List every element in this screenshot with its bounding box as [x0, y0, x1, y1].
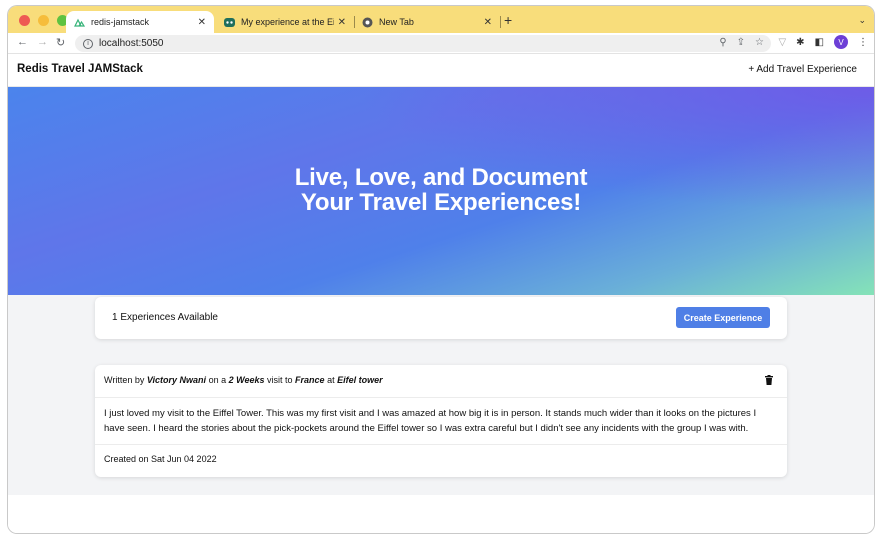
window-controls — [19, 15, 68, 26]
author-name: Victory Nwani — [146, 375, 207, 385]
nuxt-icon — [74, 17, 85, 28]
close-tab-icon[interactable]: ✕ — [484, 17, 492, 28]
tab-new-tab[interactable]: New Tab ✕ — [354, 11, 500, 33]
zoom-icon[interactable]: ⚲ — [719, 37, 726, 48]
experience-description: I just loved my visit to the Eiffel Towe… — [95, 398, 787, 445]
experience-header: Written by Victory Nwani on a 2 Weeks vi… — [95, 365, 787, 398]
tab-eiffel-experience[interactable]: My experience at the Eiffel Tow... ✕ — [216, 11, 354, 33]
side-panel-icon[interactable]: ◧ — [815, 37, 824, 48]
experience-count: 1 Experiences Available — [112, 312, 218, 323]
hero-title: Live, Love, and Document Your Travel Exp… — [294, 164, 588, 216]
experience-created-date: Created on Sat Jun 04 2022 — [104, 454, 217, 464]
trip-duration: 2 Weeks — [228, 375, 265, 385]
reload-icon[interactable]: ↻ — [56, 36, 65, 49]
site-favicon-icon — [224, 17, 235, 28]
minimize-window-button[interactable] — [38, 15, 49, 26]
close-tab-icon[interactable]: ✕ — [198, 17, 206, 28]
app-header: Redis Travel JAMStack + Add Travel Exper… — [8, 54, 874, 87]
chrome-icon — [362, 17, 373, 28]
brand-title[interactable]: Redis Travel JAMStack — [17, 63, 143, 75]
page-footer-space — [8, 495, 874, 533]
tab-separator — [500, 16, 501, 28]
extensions-puzzle-icon[interactable]: ✱ — [796, 37, 804, 48]
close-tab-icon[interactable]: ✕ — [338, 17, 346, 28]
back-arrow-icon[interactable]: ← — [17, 36, 28, 48]
vue-devtools-icon[interactable]: ▽ — [778, 37, 786, 48]
trip-place: Eifel tower — [337, 375, 383, 385]
main-content: 1 Experiences Available Create Experienc… — [8, 295, 874, 495]
close-window-button[interactable] — [19, 15, 30, 26]
trip-country: France — [295, 375, 325, 385]
create-experience-button[interactable]: Create Experience — [676, 307, 770, 328]
omnibox-actions: ⚲ ⇪ ☆ — [719, 37, 764, 48]
new-tab-plus-icon[interactable]: + — [504, 13, 512, 27]
hero-banner: Live, Love, and Document Your Travel Exp… — [8, 87, 874, 295]
menu-kebab-icon[interactable]: ⋮ — [858, 37, 868, 48]
add-travel-experience-link[interactable]: + Add Travel Experience — [748, 64, 857, 75]
browser-window: redis-jamstack ✕ My experience at the Ei… — [8, 6, 874, 533]
trash-icon[interactable] — [765, 375, 773, 385]
experience-card: Written by Victory Nwani on a 2 Weeks vi… — [95, 365, 787, 477]
address-bar[interactable]: i localhost:5050 — [75, 35, 771, 52]
profile-avatar[interactable]: V — [834, 35, 848, 49]
site-info-icon[interactable]: i — [83, 38, 93, 49]
tab-redis-jamstack[interactable]: redis-jamstack ✕ — [66, 11, 214, 33]
browser-toolbar: ← → ↻ i localhost:5050 ⚲ ⇪ ☆ ▽ ✱ ◧ V ⋮ — [8, 33, 874, 54]
extensions-area: ▽ ✱ ◧ V ⋮ — [778, 35, 868, 49]
share-icon[interactable]: ⇪ — [737, 37, 745, 48]
experiences-summary-card: 1 Experiences Available Create Experienc… — [95, 297, 787, 339]
url-text: localhost:5050 — [99, 38, 164, 49]
tab-search-chevron-icon[interactable]: ⌄ — [858, 15, 866, 26]
tab-strip: redis-jamstack ✕ My experience at the Ei… — [8, 6, 874, 33]
forward-arrow-icon[interactable]: → — [37, 36, 48, 48]
bookmark-star-icon[interactable]: ☆ — [755, 37, 764, 48]
